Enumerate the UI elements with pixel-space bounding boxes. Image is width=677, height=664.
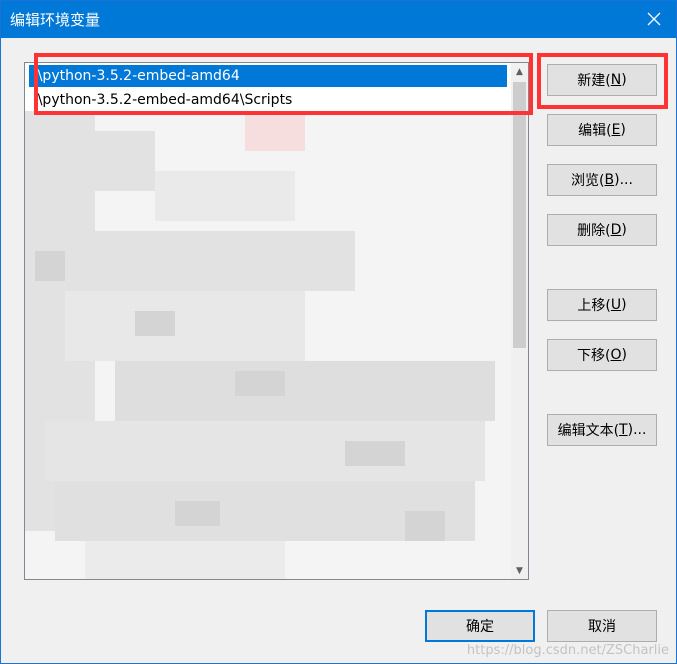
browse-key: B bbox=[604, 172, 615, 188]
move-up-label: 上移( bbox=[577, 298, 611, 314]
move-up-button[interactable]: 上移(U) bbox=[547, 289, 657, 321]
new-key: N bbox=[610, 72, 622, 88]
close-button[interactable] bbox=[631, 0, 677, 38]
edit-text-suffix: )... bbox=[627, 422, 647, 438]
scroll-thumb[interactable] bbox=[513, 82, 526, 348]
watermark: https://blog.csdn.net/ZSCharlie bbox=[466, 643, 669, 658]
move-up-suffix: ) bbox=[621, 297, 627, 313]
scroll-up-icon[interactable]: ▲ bbox=[511, 63, 528, 80]
window-title: 编辑环境变量 bbox=[10, 11, 101, 29]
title-bar: 编辑环境变量 bbox=[0, 0, 677, 38]
edit-key: E bbox=[611, 122, 621, 138]
move-down-key: O bbox=[610, 347, 622, 363]
browse-label: 浏览( bbox=[571, 173, 605, 189]
scroll-down-icon[interactable]: ▼ bbox=[511, 562, 528, 579]
move-down-suffix: ) bbox=[621, 347, 627, 363]
delete-suffix: ) bbox=[621, 222, 627, 238]
close-icon bbox=[647, 12, 661, 26]
new-suffix: ) bbox=[621, 72, 627, 88]
move-up-key: U bbox=[610, 297, 622, 313]
browse-button[interactable]: 浏览(B)... bbox=[547, 164, 657, 196]
edit-suffix: ) bbox=[620, 122, 626, 138]
new-button[interactable]: 新建(N) bbox=[547, 64, 657, 96]
edit-label: 编辑( bbox=[578, 123, 612, 139]
edit-button[interactable]: 编辑(E) bbox=[547, 114, 657, 146]
path-list[interactable]: :\python-3.5.2-embed-amd64 :\python-3.5.… bbox=[24, 62, 529, 580]
edit-text-label: 编辑文本( bbox=[557, 423, 620, 439]
delete-button[interactable]: 删除(D) bbox=[547, 214, 657, 246]
browse-suffix: )... bbox=[614, 172, 633, 188]
move-down-button[interactable]: 下移(O) bbox=[547, 339, 657, 371]
list-item[interactable]: :\python-3.5.2-embed-amd64 bbox=[29, 65, 507, 87]
delete-key: D bbox=[610, 222, 622, 238]
new-label: 新建( bbox=[577, 73, 611, 89]
redacted-area bbox=[25, 111, 511, 579]
delete-label: 删除( bbox=[577, 223, 611, 239]
edit-text-button[interactable]: 编辑文本(T)... bbox=[547, 414, 657, 446]
edit-text-key: T bbox=[619, 422, 628, 438]
list-item[interactable]: :\python-3.5.2-embed-amd64\Scripts bbox=[29, 89, 507, 111]
move-down-label: 下移( bbox=[577, 348, 611, 364]
vertical-scrollbar[interactable]: ▲ ▼ bbox=[511, 63, 528, 579]
ok-button[interactable]: 确定 bbox=[425, 610, 535, 642]
cancel-button[interactable]: 取消 bbox=[547, 610, 657, 642]
